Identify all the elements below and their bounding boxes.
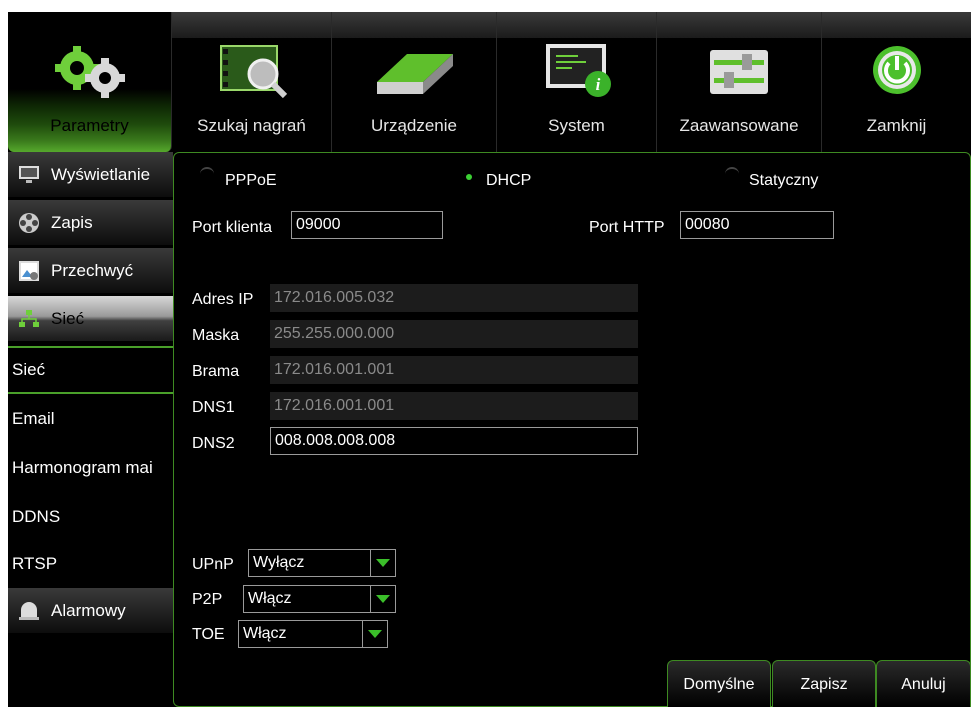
sidebar-item-przechwyc[interactable]: Przechwyć: [8, 248, 173, 294]
sidebar-item-zapis[interactable]: Zapis: [8, 200, 173, 246]
menu-zamknij[interactable]: Zamknij: [822, 12, 971, 152]
p2p-select-value: Włącz: [248, 590, 292, 607]
port-http-input[interactable]: 00080: [680, 211, 834, 239]
sidebar-item-label: Zapis: [51, 213, 93, 232]
system-info-icon: i: [545, 44, 611, 97]
radio-dhcp-label: DHCP: [486, 172, 532, 189]
chevron-down-icon[interactable]: [370, 550, 395, 576]
toe-select-value: Włącz: [243, 625, 287, 642]
menu-label: Zaawansowane: [679, 116, 799, 135]
dns1-label: DNS1: [192, 399, 235, 416]
sidebar-item-alarmowy[interactable]: Alarmowy: [8, 588, 173, 634]
upnp-label: UPnP: [192, 556, 234, 573]
sidebar-sub-email[interactable]: Email: [8, 395, 173, 443]
dns1-input[interactable]: 172.016.001.001: [270, 392, 638, 420]
menu-label: Parametry: [50, 116, 129, 135]
sidebar-sub-harmonogram[interactable]: Harmonogram mai: [8, 444, 173, 492]
monitor-icon: [19, 166, 39, 183]
dvr-settings-window: Parametry Szukaj nagrań Urządzenie i Sys…: [8, 12, 971, 707]
sidebar-item-label: Alarmowy: [51, 601, 126, 620]
menu-urzadzenie[interactable]: Urządzenie: [332, 12, 497, 152]
menu-system[interactable]: i System: [497, 12, 657, 152]
menu-label: System: [548, 116, 605, 135]
menu-label: Urządzenie: [371, 116, 457, 135]
cancel-button[interactable]: Anuluj: [876, 660, 971, 707]
menu-label: Zamknij: [866, 116, 927, 135]
toe-label: TOE: [192, 626, 225, 643]
film-reel-icon: [19, 213, 39, 233]
hard-drive-icon: [377, 54, 453, 94]
sidebar-sub-rtsp[interactable]: RTSP: [8, 540, 173, 588]
alarm-icon: [19, 602, 39, 620]
top-menu: Parametry Szukaj nagrań Urządzenie i Sys…: [8, 12, 971, 152]
dns2-label: DNS2: [192, 435, 235, 452]
sliders-icon: [710, 50, 768, 94]
network-settings-panel: PPPoE DHCP Statyczny Port klienta 09000 …: [173, 152, 971, 707]
menu-parametry[interactable]: Parametry: [8, 12, 172, 152]
port-http-label: Port HTTP: [589, 219, 665, 236]
dns2-input[interactable]: 008.008.008.008: [270, 427, 638, 455]
sidebar-item-label: Wyświetlanie: [51, 165, 151, 184]
gateway-input[interactable]: 172.016.001.001: [270, 356, 638, 384]
gears-icon: [54, 46, 125, 98]
radio-static[interactable]: [725, 167, 739, 181]
radio-pppoe-label: PPPoE: [225, 172, 277, 189]
power-icon: [872, 46, 921, 94]
sidebar-item-label: Przechwyć: [51, 261, 134, 280]
chevron-down-icon[interactable]: [370, 586, 395, 612]
gateway-label: Brama: [192, 363, 240, 380]
chevron-down-icon[interactable]: [362, 621, 387, 647]
menu-label: Szukaj nagrań: [197, 116, 306, 135]
default-button[interactable]: Domyślne: [667, 660, 771, 707]
sidebar-item-siec[interactable]: Sieć: [8, 296, 173, 342]
sidebar-sub-siec[interactable]: Sieć: [8, 346, 173, 394]
port-client-label: Port klienta: [192, 219, 273, 236]
mask-label: Maska: [192, 327, 240, 344]
sidebar-item-wyswietlanie[interactable]: Wyświetlanie: [8, 152, 173, 198]
upnp-select-value: Wyłącz: [253, 554, 305, 571]
port-client-input[interactable]: 09000: [291, 211, 443, 239]
film-search-icon: [219, 45, 287, 99]
ip-input[interactable]: 172.016.005.032: [270, 284, 638, 312]
sidebar: Wyświetlanie Zapis Przechwyć Sieć Sieć E…: [8, 152, 173, 707]
menu-szukaj-nagran[interactable]: Szukaj nagrań: [172, 12, 332, 152]
mask-input[interactable]: 255.255.000.000: [270, 320, 638, 348]
svg-text:i: i: [595, 75, 600, 94]
sidebar-sub-ddns[interactable]: DDNS: [8, 493, 173, 541]
p2p-select[interactable]: Włącz: [243, 585, 396, 613]
image-capture-icon: [19, 261, 39, 281]
radio-pppoe[interactable]: [200, 167, 214, 181]
upnp-select[interactable]: Wyłącz: [248, 549, 396, 577]
toe-select[interactable]: Włącz: [238, 620, 388, 648]
network-icon: [19, 310, 39, 327]
radio-dhcp[interactable]: [462, 170, 476, 184]
sidebar-item-label: Sieć: [51, 309, 85, 328]
save-button[interactable]: Zapisz: [772, 660, 876, 707]
p2p-label: P2P: [192, 591, 223, 608]
radio-static-label: Statyczny: [749, 172, 819, 189]
ip-label: Adres IP: [192, 291, 254, 308]
menu-zaawansowane[interactable]: Zaawansowane: [657, 12, 822, 152]
